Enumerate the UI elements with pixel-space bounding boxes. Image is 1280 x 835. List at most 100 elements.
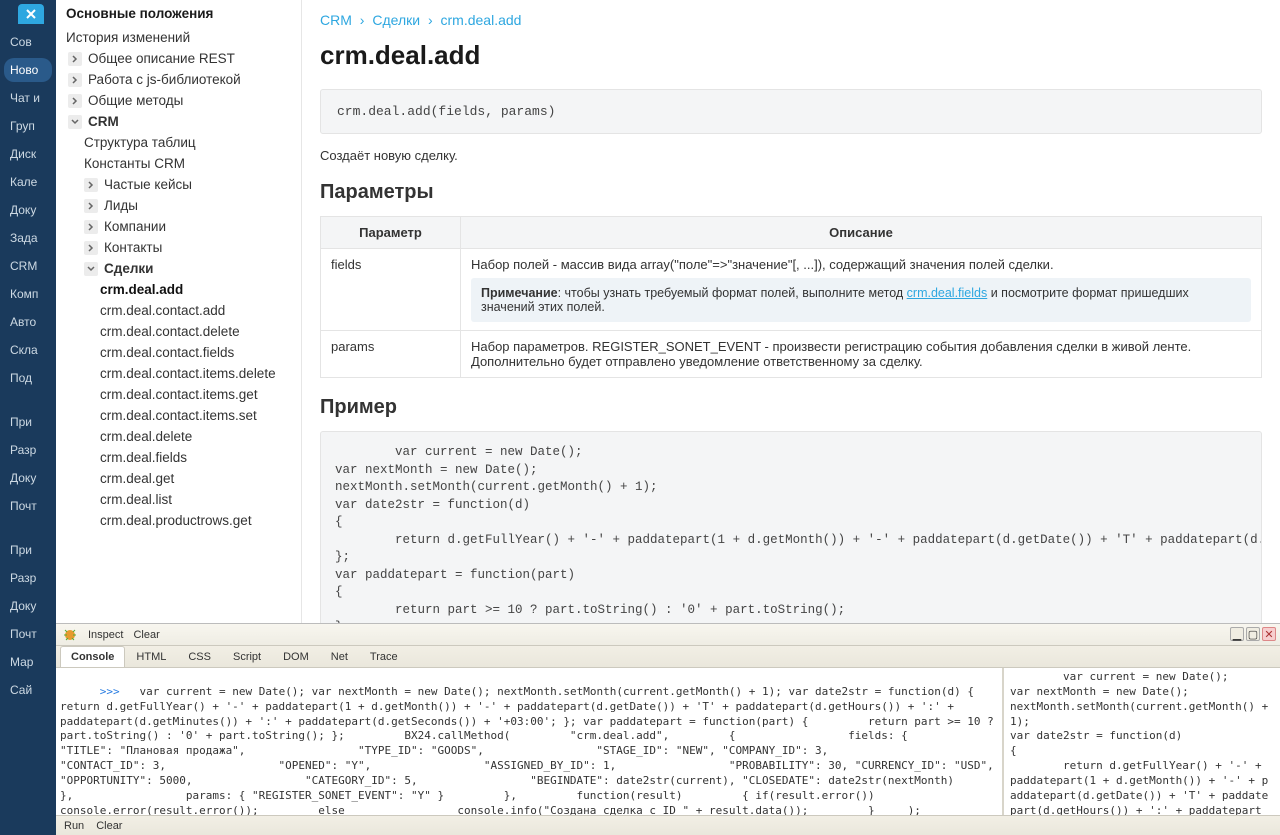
devtools-tab-css[interactable]: CSS (177, 646, 222, 667)
left-nav-item[interactable]: Груп (0, 112, 56, 140)
left-nav-item[interactable]: Доку (0, 464, 56, 492)
sidebar-section[interactable]: CRM (56, 111, 301, 132)
sidebar-section[interactable]: Общее описание REST (56, 48, 301, 69)
left-nav-item[interactable]: Под (0, 364, 56, 392)
devtools-popout-button[interactable]: ▢ (1246, 627, 1260, 641)
inspect-button[interactable]: Inspect (88, 629, 123, 641)
page-title: crm.deal.add (320, 40, 1262, 71)
breadcrumb-current: crm.deal.add (441, 12, 522, 28)
th-desc: Описание (461, 217, 1262, 249)
devtools-minimize-button[interactable]: ▁ (1230, 627, 1244, 641)
sidebar-item[interactable]: Константы CRM (56, 153, 301, 174)
run-button[interactable]: Run (64, 820, 84, 832)
left-nav-item[interactable]: Доку (0, 196, 56, 224)
sidebar-item[interactable]: crm.deal.contact.items.get (56, 384, 301, 405)
chevron-right-icon[interactable] (68, 52, 82, 66)
left-nav-item[interactable]: Мар (0, 648, 56, 676)
note: Примечание: чтобы узнать требуемый форма… (471, 278, 1251, 322)
breadcrumb-deals[interactable]: Сделки (372, 12, 420, 28)
sidebar-item[interactable]: crm.deal.add (56, 279, 301, 300)
sidebar-section[interactable]: Сделки (56, 258, 301, 279)
chevron-right-icon[interactable] (68, 73, 82, 87)
chevron-down-icon[interactable] (84, 262, 98, 276)
left-nav-item[interactable]: Диск (0, 140, 56, 168)
left-nav-item[interactable]: Разр (0, 564, 56, 592)
devtools-tab-dom[interactable]: DOM (272, 646, 320, 667)
devtools-tab-trace[interactable]: Trace (359, 646, 409, 667)
left-nav-item[interactable]: При (0, 408, 56, 436)
left-nav: СовНовоЧат иГрупДискКалеДокуЗадаCRMКомпА… (0, 0, 56, 835)
left-nav-item[interactable]: CRM (0, 252, 56, 280)
firebug-icon[interactable] (62, 627, 78, 643)
sidebar-item[interactable]: История изменений (56, 27, 301, 48)
sidebar-item[interactable]: Структура таблиц (56, 132, 301, 153)
sidebar-item[interactable]: crm.deal.contact.fields (56, 342, 301, 363)
left-nav-item[interactable]: Разр (0, 436, 56, 464)
method-signature: crm.deal.add(fields, params) (320, 89, 1262, 134)
devtools-tab-script[interactable]: Script (222, 646, 272, 667)
sidebar-item[interactable]: crm.deal.productrows.get (56, 510, 301, 531)
sidebar-item[interactable]: crm.deal.contact.add (56, 300, 301, 321)
console-prompt: >>> (100, 685, 120, 698)
devtools-tab-console[interactable]: Console (60, 646, 125, 667)
sidebar-item[interactable]: crm.deal.fields (56, 447, 301, 468)
left-nav-item (0, 520, 56, 536)
devtools-tabs: ConsoleHTMLCSSScriptDOMNetTrace (56, 646, 1280, 668)
chevron-right-icon[interactable] (84, 178, 98, 192)
left-nav-item[interactable]: Ново (4, 58, 52, 82)
method-description: Создаёт новую сделку. (320, 148, 1262, 163)
sidebar-section[interactable]: Общие методы (56, 90, 301, 111)
left-nav-item[interactable]: При (0, 536, 56, 564)
left-nav-item[interactable]: Скла (0, 336, 56, 364)
sidebar-section[interactable]: Частые кейсы (56, 174, 301, 195)
note-link[interactable]: crm.deal.fields (907, 286, 988, 300)
code-example: var current = new Date(); var nextMonth … (320, 431, 1262, 623)
devtools-tab-net[interactable]: Net (320, 646, 359, 667)
breadcrumb-sep: › (424, 12, 437, 28)
clear-button[interactable]: Clear (133, 629, 159, 641)
close-tab-button[interactable] (18, 4, 44, 24)
breadcrumb: CRM › Сделки › crm.deal.add (320, 10, 1262, 36)
clear-bottom-button[interactable]: Clear (96, 820, 122, 832)
chevron-right-icon[interactable] (84, 241, 98, 255)
left-nav-item[interactable]: Авто (0, 308, 56, 336)
left-nav-item[interactable]: Почт (0, 492, 56, 520)
breadcrumb-crm[interactable]: CRM (320, 12, 352, 28)
devtools-tab-html[interactable]: HTML (125, 646, 177, 667)
sidebar-item[interactable]: crm.deal.contact.items.set (56, 405, 301, 426)
chevron-right-icon[interactable] (84, 220, 98, 234)
left-nav-item[interactable]: Сов (0, 28, 56, 56)
sidebar-section[interactable]: Компании (56, 216, 301, 237)
left-nav-item[interactable]: Доку (0, 592, 56, 620)
left-nav-item[interactable]: Сай (0, 676, 56, 704)
left-nav-item[interactable]: Чат и (0, 84, 56, 112)
chevron-right-icon[interactable] (68, 94, 82, 108)
chevron-down-icon[interactable] (68, 115, 82, 129)
left-nav-item[interactable]: Зада (0, 224, 56, 252)
sidebar-item[interactable]: crm.deal.get (56, 468, 301, 489)
sidebar-section[interactable]: Лиды (56, 195, 301, 216)
devtools-console[interactable]: >>> var current = new Date(); var nextMo… (56, 668, 1004, 815)
doc-sidebar: Основные положения История изменений Общ… (56, 0, 302, 623)
sidebar-item[interactable]: crm.deal.list (56, 489, 301, 510)
sidebar-item[interactable]: crm.deal.delete (56, 426, 301, 447)
left-nav-item[interactable]: Комп (0, 280, 56, 308)
devtools-close-button[interactable]: ✕ (1262, 627, 1276, 641)
sidebar-item[interactable]: crm.deal.contact.delete (56, 321, 301, 342)
sidebar-item[interactable]: crm.deal.contact.items.delete (56, 363, 301, 384)
sidebar-heading[interactable]: Основные положения (56, 0, 301, 27)
chevron-right-icon[interactable] (84, 199, 98, 213)
sidebar-section[interactable]: Контакты (56, 237, 301, 258)
left-nav-item[interactable]: Кале (0, 168, 56, 196)
table-row: paramsНабор параметров. REGISTER_SONET_E… (321, 331, 1262, 378)
sidebar-section[interactable]: Работа с js-библиотекой (56, 69, 301, 90)
th-param: Параметр (321, 217, 461, 249)
devtools-side-panel[interactable]: var current = new Date(); var nextMonth … (1004, 668, 1280, 815)
params-table: Параметр Описание fieldsНабор полей - ма… (320, 216, 1262, 378)
params-heading: Параметры (320, 181, 1262, 204)
left-nav-item[interactable]: Почт (0, 620, 56, 648)
breadcrumb-sep: › (356, 12, 369, 28)
devtools-toolbar: Inspect Clear ▁ ▢ ✕ (56, 624, 1280, 646)
param-name: fields (321, 249, 461, 331)
param-desc: Набор полей - массив вида array("поле"=>… (461, 249, 1262, 331)
